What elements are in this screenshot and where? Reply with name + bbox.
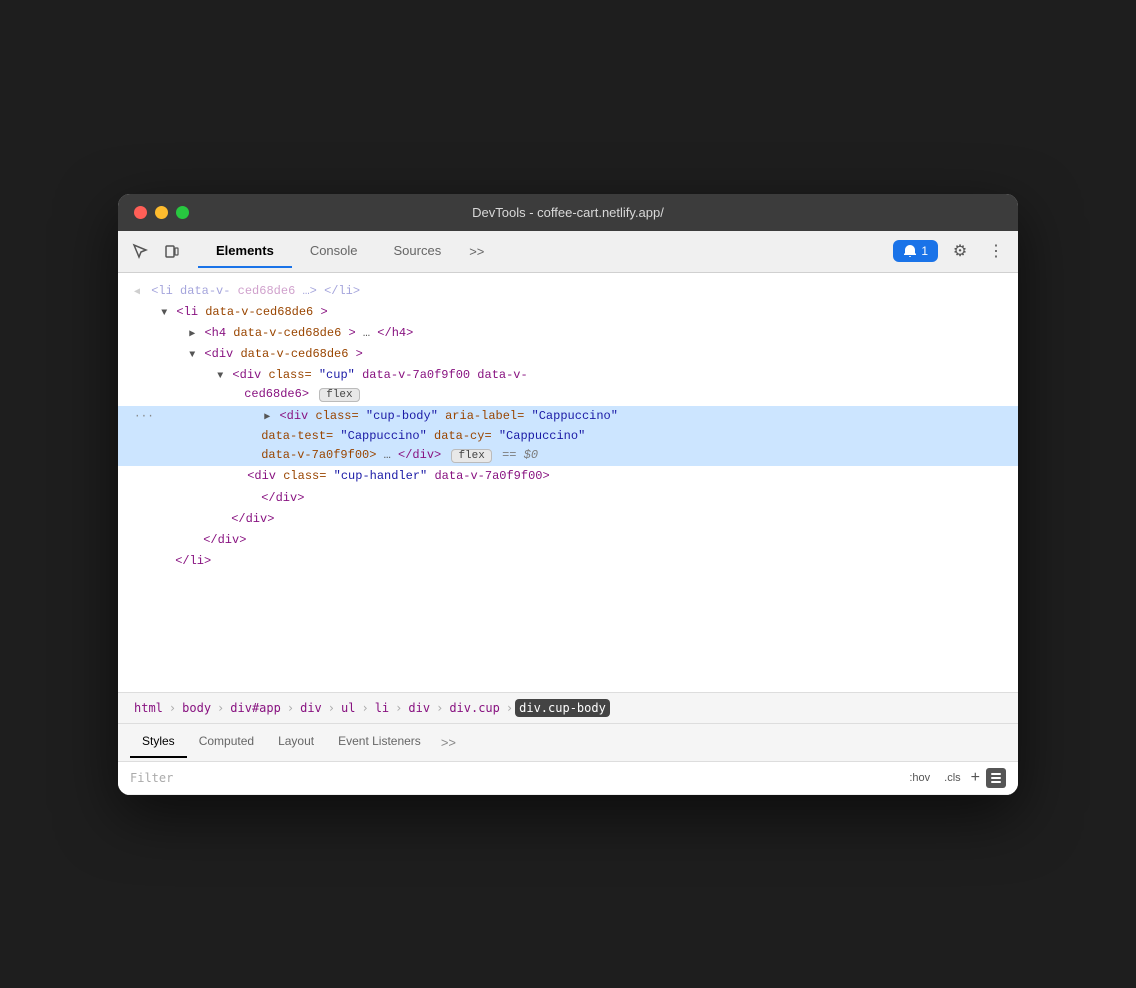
breadcrumb-html[interactable]: html xyxy=(130,699,167,717)
maximize-button[interactable] xyxy=(176,206,189,219)
tab-sources[interactable]: Sources xyxy=(376,235,460,268)
more-tabs-button[interactable]: >> xyxy=(463,240,490,263)
expand-arrow-cupbody[interactable]: ▶ xyxy=(264,412,270,423)
dom-line-h4[interactable]: ▶ <h4 data-v-ced68de6 > … </h4> xyxy=(118,323,1018,344)
breadcrumb-divapp[interactable]: div#app xyxy=(226,699,285,717)
expand-arrow-cup[interactable]: ▼ xyxy=(217,371,223,382)
breadcrumb-li[interactable]: li xyxy=(371,699,393,717)
flex-badge: flex xyxy=(319,388,359,402)
notification-count: 1 xyxy=(921,244,928,258)
breadcrumb-bar: html › body › div#app › div › ul › li › … xyxy=(118,693,1018,724)
dom-line-top-faded[interactable]: ◀ <li data-v- ced68de6 …> </li> xyxy=(118,281,1018,302)
expand-arrow[interactable]: ▼ xyxy=(161,308,167,319)
toolbar: Elements Console Sources >> 1 ⚙ ⋮ xyxy=(118,231,1018,273)
title-bar: DevTools - coffee-cart.netlify.app/ xyxy=(118,194,1018,231)
styles-panel-tabs: Styles Computed Layout Event Listeners >… xyxy=(118,724,1018,762)
breadcrumb-div2[interactable]: div xyxy=(404,699,434,717)
hov-button[interactable]: :hov xyxy=(905,770,934,786)
tab-layout[interactable]: Layout xyxy=(266,726,326,758)
dom-line-cup-body[interactable]: ··· ▶ <div class= "cup-body" aria-label=… xyxy=(118,406,1018,466)
breadcrumb-div1[interactable]: div xyxy=(296,699,326,717)
dom-line-close2[interactable]: </div> xyxy=(118,509,1018,530)
dom-line-li[interactable]: ▼ <li data-v-ced68de6 > xyxy=(118,302,1018,323)
breadcrumb-body[interactable]: body xyxy=(178,699,215,717)
close-button[interactable] xyxy=(134,206,147,219)
tab-console[interactable]: Console xyxy=(292,235,376,268)
tab-computed[interactable]: Computed xyxy=(187,726,266,758)
dom-panel: ◀ <li data-v- ced68de6 …> </li> ▼ <li da… xyxy=(118,273,1018,693)
filter-bar: :hov .cls + xyxy=(118,762,1018,795)
traffic-lights xyxy=(134,206,189,219)
minimize-button[interactable] xyxy=(155,206,168,219)
devtools-window: DevTools - coffee-cart.netlify.app/ Elem… xyxy=(118,194,1018,795)
panel-toggle-button[interactable] xyxy=(986,768,1006,788)
dom-line-close-li[interactable]: </li> xyxy=(118,551,1018,572)
toolbar-icon-group xyxy=(126,237,186,265)
filter-actions: :hov .cls + xyxy=(905,768,1006,788)
expand-arrow-h4[interactable]: ▶ xyxy=(189,329,195,340)
more-options-button[interactable]: ⋮ xyxy=(982,237,1010,265)
device-toggle-button[interactable] xyxy=(158,237,186,265)
dots-indicator: ··· xyxy=(134,411,154,423)
settings-button[interactable]: ⚙ xyxy=(946,237,974,265)
tab-styles[interactable]: Styles xyxy=(130,726,187,758)
main-tabs: Elements Console Sources xyxy=(198,235,459,268)
filter-input[interactable] xyxy=(130,771,897,785)
dollar-ref: == $0 xyxy=(502,448,538,462)
dom-line-cup-handler[interactable]: <div class= "cup-handler" data-v-7a0f9f0… xyxy=(118,466,1018,487)
dom-line-div-outer[interactable]: ▼ <div data-v-ced68de6 > xyxy=(118,344,1018,365)
breadcrumb-divcup[interactable]: div.cup xyxy=(445,699,504,717)
window-title: DevTools - coffee-cart.netlify.app/ xyxy=(472,205,664,220)
notification-button[interactable]: 1 xyxy=(893,240,938,262)
dom-line-div-cup[interactable]: ▼ <div class= "cup" data-v-7a0f9f00 data… xyxy=(118,365,1018,406)
expand-arrow-div[interactable]: ▼ xyxy=(189,350,195,361)
tab-event-listeners[interactable]: Event Listeners xyxy=(326,726,433,758)
flex-badge-cupbody: flex xyxy=(451,449,491,463)
dom-line-close3[interactable]: </div> xyxy=(118,530,1018,551)
breadcrumb-ul[interactable]: ul xyxy=(337,699,359,717)
element-picker-button[interactable] xyxy=(126,237,154,265)
more-style-tabs-button[interactable]: >> xyxy=(441,735,456,750)
breadcrumb-divcupbody[interactable]: div.cup-body xyxy=(515,699,610,717)
dom-line-close1[interactable]: </div> xyxy=(118,488,1018,509)
toolbar-right: 1 ⚙ ⋮ xyxy=(893,237,1010,265)
cls-button[interactable]: .cls xyxy=(940,770,965,786)
tab-elements[interactable]: Elements xyxy=(198,235,292,268)
add-style-button[interactable]: + xyxy=(971,769,980,787)
